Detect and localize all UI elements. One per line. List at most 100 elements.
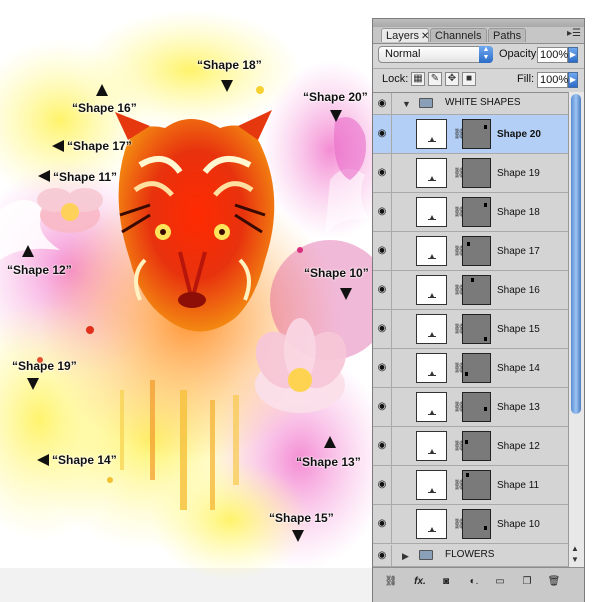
layer-thumbnail[interactable] xyxy=(416,314,447,344)
layer-row[interactable]: ◉ ⛓ Shape 20 xyxy=(373,115,568,154)
eye-icon: ◉ xyxy=(377,479,387,490)
vector-mask-thumbnail[interactable] xyxy=(462,314,491,344)
label-shape-17: “Shape 17” xyxy=(67,139,132,153)
layer-row[interactable]: ◉ ⛓ Shape 12 xyxy=(373,427,568,466)
visibility-toggle[interactable]: ◉ xyxy=(373,545,392,566)
layer-row[interactable]: ◉ ⛓ Shape 15 xyxy=(373,310,568,349)
layer-row[interactable]: ◉ ⛓ Shape 19 xyxy=(373,154,568,193)
layer-thumbnail[interactable] xyxy=(416,431,447,461)
layer-row[interactable]: ◉ ⛓ Shape 14 xyxy=(373,349,568,388)
eye-icon: ◉ xyxy=(377,323,387,334)
layer-thumbnail[interactable] xyxy=(416,197,447,227)
arrow-left-icon xyxy=(52,140,64,152)
layer-row[interactable]: ◉ ⛓ Shape 17 xyxy=(373,232,568,271)
new-group-icon[interactable]: ▭ xyxy=(491,575,509,589)
delete-layer-icon[interactable]: 🗑 xyxy=(545,575,563,589)
group-row-flowers[interactable]: ◉ ▶ FLOWERS xyxy=(373,545,568,567)
vector-mask-thumbnail[interactable] xyxy=(462,275,491,305)
tab-channels[interactable]: Channels xyxy=(430,28,487,42)
vector-mask-thumbnail[interactable] xyxy=(462,431,491,461)
eye-icon: ◉ xyxy=(377,167,387,178)
blend-mode-select[interactable]: Normal ▲ ▼ xyxy=(378,46,493,63)
lock-row: Lock: ▦ ✎ ✥ ■ Fill: 100% ▶ xyxy=(373,68,584,91)
fill-slider-arrow-icon[interactable]: ▶ xyxy=(568,72,578,88)
layer-thumbnail[interactable] xyxy=(416,353,447,383)
arrow-down-icon xyxy=(221,80,233,92)
label-shape-16: “Shape 16” xyxy=(72,101,137,115)
lock-transparent-icon[interactable]: ▦ xyxy=(411,72,425,86)
layer-thumbnail[interactable] xyxy=(416,236,447,266)
layer-thumbnail[interactable] xyxy=(416,392,447,422)
visibility-toggle[interactable]: ◉ xyxy=(373,93,392,114)
layers-scrollbar[interactable]: ▲ ▼ xyxy=(568,92,584,567)
layer-row[interactable]: ◉ ⛓ Shape 13 xyxy=(373,388,568,427)
vector-mask-thumbnail[interactable] xyxy=(462,392,491,422)
eye-icon: ◉ xyxy=(377,518,387,529)
visibility-toggle[interactable]: ◉ xyxy=(373,154,392,192)
lock-label: Lock: xyxy=(382,73,409,85)
panel-tabs: Layers ✕ Channels Paths ▸☰ xyxy=(373,27,584,44)
vector-mask-thumbnail[interactable] xyxy=(462,119,491,149)
layer-row[interactable]: ◉ ⛓ Shape 18 xyxy=(373,193,568,232)
visibility-toggle[interactable]: ◉ xyxy=(373,466,392,504)
layers-list: ◉ ▼ WHITE SHAPES ◉ ⛓ Shape 20 ◉ ⛓ Shape … xyxy=(373,92,568,568)
fill-input[interactable]: 100% xyxy=(537,72,568,88)
visibility-toggle[interactable]: ◉ xyxy=(373,271,392,309)
lock-all-icon[interactable]: ■ xyxy=(462,72,476,86)
layer-thumbnail[interactable] xyxy=(416,158,447,188)
arrow-left-icon xyxy=(38,170,50,182)
layer-row[interactable]: ◉ ⛓ Shape 10 xyxy=(373,505,568,544)
layer-thumbnail[interactable] xyxy=(416,275,447,305)
visibility-toggle[interactable]: ◉ xyxy=(373,349,392,387)
tab-layers[interactable]: Layers ✕ xyxy=(381,28,429,42)
opacity-slider-arrow-icon[interactable]: ▶ xyxy=(568,47,578,63)
vector-mask-thumbnail[interactable] xyxy=(462,509,491,539)
vector-mask-thumbnail[interactable] xyxy=(462,353,491,383)
scroll-down-icon[interactable]: ▼ xyxy=(571,555,579,564)
lock-image-icon[interactable]: ✎ xyxy=(428,72,442,86)
adjustment-layer-icon[interactable]: ◐. xyxy=(463,575,485,589)
layer-name: Shape 16 xyxy=(497,284,540,296)
disclosure-closed-icon[interactable]: ▶ xyxy=(402,551,409,562)
link-layers-icon[interactable]: ⛓ xyxy=(381,575,401,589)
disclosure-open-icon[interactable]: ▼ xyxy=(402,99,411,109)
group-name: FLOWERS xyxy=(445,549,495,560)
visibility-toggle[interactable]: ◉ xyxy=(373,232,392,270)
layer-name: Shape 13 xyxy=(497,401,540,413)
artwork-canvas[interactable]: “Shape 18” “Shape 16” “Shape 20” “Shape … xyxy=(0,0,375,602)
close-icon[interactable]: ✕ xyxy=(421,31,429,42)
layer-row[interactable]: ◉ ⛓ Shape 16 xyxy=(373,271,568,310)
tab-paths[interactable]: Paths xyxy=(488,28,526,42)
arrow-down-icon xyxy=(340,288,352,300)
new-layer-icon[interactable]: ❐ xyxy=(518,575,536,589)
visibility-toggle[interactable]: ◉ xyxy=(373,115,392,153)
visibility-toggle[interactable]: ◉ xyxy=(373,193,392,231)
chevron-updown-icon: ▲ ▼ xyxy=(479,46,493,63)
visibility-toggle[interactable]: ◉ xyxy=(373,310,392,348)
layer-row[interactable]: ◉ ⛓ Shape 11 xyxy=(373,466,568,505)
vector-mask-thumbnail[interactable] xyxy=(462,158,491,188)
layer-thumbnail[interactable] xyxy=(416,119,447,149)
scrollbar-thumb[interactable] xyxy=(571,94,581,414)
layer-style-fx-icon[interactable]: fx. xyxy=(409,575,431,589)
layer-thumbnail[interactable] xyxy=(416,509,447,539)
lock-position-icon[interactable]: ✥ xyxy=(445,72,459,86)
vector-mask-thumbnail[interactable] xyxy=(462,236,491,266)
layer-name: Shape 15 xyxy=(497,323,540,335)
visibility-toggle[interactable]: ◉ xyxy=(373,505,392,543)
opacity-input[interactable]: 100% xyxy=(537,47,568,63)
group-row-white-shapes[interactable]: ◉ ▼ WHITE SHAPES xyxy=(373,93,568,115)
panel-title-bar[interactable] xyxy=(373,19,584,27)
vector-mask-thumbnail[interactable] xyxy=(462,197,491,227)
layer-name: Shape 18 xyxy=(497,206,540,218)
add-mask-icon[interactable]: ◙ xyxy=(437,575,455,589)
panel-menu-icon[interactable]: ▸☰ xyxy=(567,28,581,39)
eye-icon: ◉ xyxy=(377,206,387,217)
visibility-toggle[interactable]: ◉ xyxy=(373,427,392,465)
layer-name: Shape 11 xyxy=(497,479,540,491)
vector-mask-thumbnail[interactable] xyxy=(462,470,491,500)
layer-thumbnail[interactable] xyxy=(416,470,447,500)
eye-icon: ◉ xyxy=(377,549,387,561)
scroll-up-icon[interactable]: ▲ xyxy=(571,544,579,553)
visibility-toggle[interactable]: ◉ xyxy=(373,388,392,426)
